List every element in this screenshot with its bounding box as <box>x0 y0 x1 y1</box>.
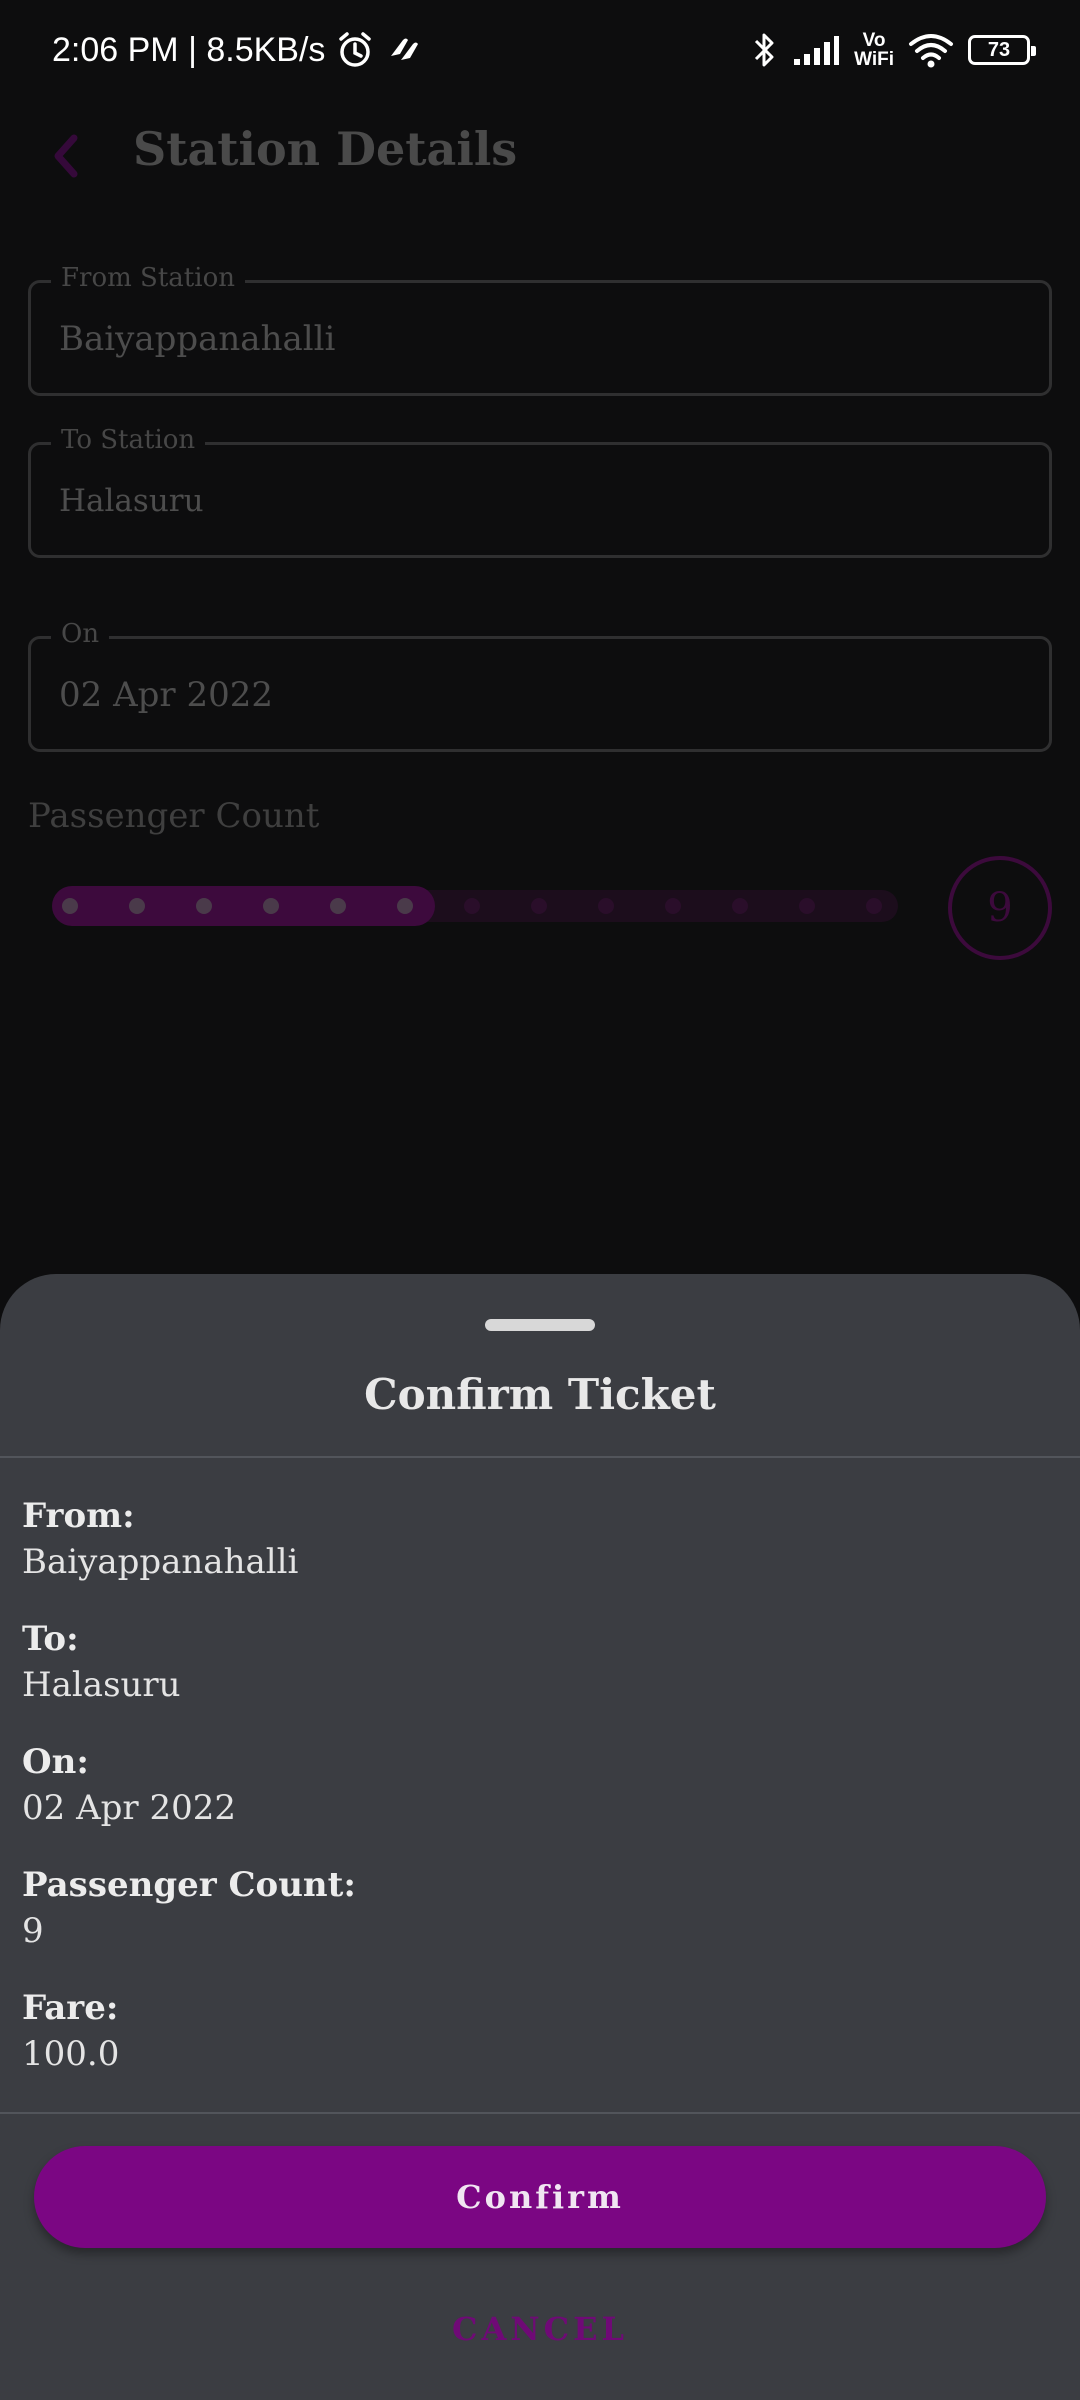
on-value: 02 Apr 2022 <box>22 1788 236 1828</box>
date-value: 02 Apr 2022 <box>59 675 273 715</box>
status-right: Vo WiFi 73 <box>750 29 1036 71</box>
from-label: From: <box>22 1496 135 1536</box>
status-bar: 2:06 PM | 8.5KB/s Vo WiFi 73 <box>0 0 1080 100</box>
vowifi-bottom-text: WiFi <box>854 49 894 70</box>
slider-tick <box>531 898 547 914</box>
slider-tick <box>598 898 614 914</box>
slider-tick <box>330 898 346 914</box>
signal-icon <box>792 33 840 67</box>
fare-value: 100.0 <box>22 2034 120 2074</box>
passenger-count-detail-value: 9 <box>22 1911 44 1951</box>
slider-tick <box>129 898 145 914</box>
confirm-ticket-sheet: Confirm Ticket From: Baiyappanahalli To:… <box>0 1274 1080 2400</box>
vowifi-top-text: Vo <box>862 30 886 51</box>
to-label: To: <box>22 1619 79 1659</box>
battery-icon: 73 <box>968 35 1036 65</box>
date-field[interactable]: On 02 Apr 2022 <box>28 619 1052 752</box>
slider-tick <box>263 898 279 914</box>
battery-level: 73 <box>987 38 1011 61</box>
bluetooth-icon <box>750 29 778 71</box>
slider-tick <box>196 898 212 914</box>
drag-handle[interactable] <box>485 1319 595 1331</box>
date-label: On <box>51 619 110 649</box>
app-notification-icon <box>385 30 425 70</box>
back-arrow-icon <box>54 134 78 178</box>
from-station-field[interactable]: From Station Baiyappanahalli <box>28 263 1052 396</box>
back-button[interactable] <box>40 126 100 186</box>
status-left: 2:06 PM | 8.5KB/s <box>52 30 425 70</box>
vowifi-icon: Vo WiFi <box>854 31 894 69</box>
alarm-icon <box>335 30 375 70</box>
from-station-label: From Station <box>51 263 245 293</box>
cancel-button[interactable]: CANCEL <box>0 2310 1080 2348</box>
passenger-count-label: Passenger Count <box>28 796 320 836</box>
fare-label: Fare: <box>22 1988 119 2028</box>
slider-tick <box>665 898 681 914</box>
sheet-divider-bottom <box>0 2112 1080 2114</box>
status-time-speed: 2:06 PM | 8.5KB/s <box>52 30 326 69</box>
app-bar: Station Details <box>0 100 1080 212</box>
slider-tick <box>397 898 413 914</box>
passenger-count-detail-label: Passenger Count: <box>22 1865 356 1905</box>
slider-tick <box>866 898 882 914</box>
wifi-icon <box>908 32 954 68</box>
slider-tick <box>464 898 480 914</box>
passenger-count-slider[interactable] <box>52 886 898 926</box>
confirm-button[interactable]: Confirm <box>34 2146 1046 2248</box>
slider-tick <box>62 898 78 914</box>
slider-active-track <box>52 886 435 926</box>
passenger-count-badge: 9 <box>948 856 1052 960</box>
to-station-label: To Station <box>51 425 206 455</box>
on-label: On: <box>22 1742 89 1782</box>
sheet-title: Confirm Ticket <box>364 1370 716 1419</box>
from-station-value: Baiyappanahalli <box>59 319 336 359</box>
slider-tick <box>732 898 748 914</box>
to-station-field[interactable]: To Station Halasuru <box>28 425 1052 558</box>
to-value: Halasuru <box>22 1665 181 1705</box>
from-value: Baiyappanahalli <box>22 1542 299 1582</box>
page-title: Station Details <box>133 122 518 176</box>
slider-tick <box>799 898 815 914</box>
sheet-divider-top <box>0 1456 1080 1458</box>
to-station-value: Halasuru <box>59 483 204 519</box>
